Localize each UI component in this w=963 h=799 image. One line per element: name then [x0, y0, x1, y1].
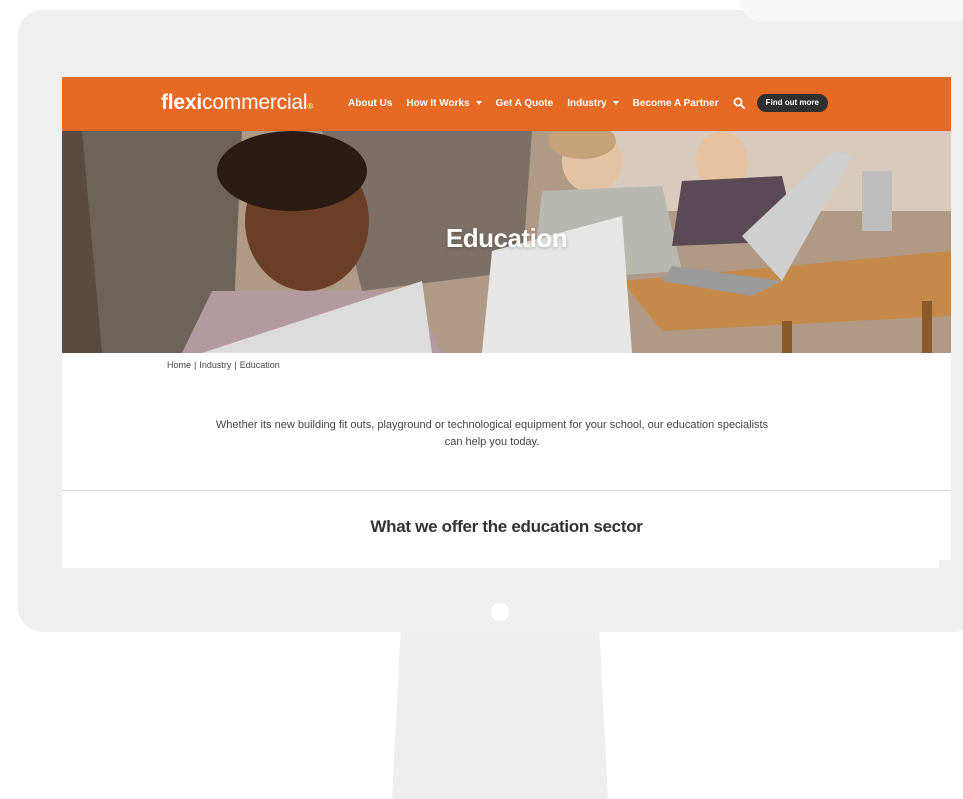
nav-industry[interactable]: Industry — [567, 97, 619, 109]
breadcrumb-separator: | — [234, 360, 237, 370]
intro-text: Whether its new building fit outs, playg… — [215, 419, 769, 448]
chevron-down-icon — [475, 101, 482, 105]
chevron-down-icon — [612, 101, 619, 105]
screen-edge — [939, 560, 951, 568]
breadcrumb-current: Education — [239, 360, 280, 370]
device-mockup: flexicommercial® About Us How It Works G… — [0, 0, 963, 799]
page-title: Education — [445, 223, 568, 253]
monitor-stand — [392, 632, 608, 799]
logo-bold-text: flexi — [161, 91, 203, 114]
breadcrumb-home[interactable]: Home — [167, 360, 191, 370]
section-heading: What we offer the education sector — [370, 517, 643, 536]
main-nav: About Us How It Works Get A Quote Indust… — [348, 92, 828, 114]
nav-about-us[interactable]: About Us — [348, 98, 392, 109]
monitor-gloss — [740, 0, 963, 22]
site-header: flexicommercial® About Us How It Works G… — [62, 77, 951, 131]
section-divider — [62, 490, 951, 491]
search-icon[interactable] — [733, 96, 747, 110]
nav-get-a-quote[interactable]: Get A Quote — [496, 98, 554, 109]
breadcrumb-industry[interactable]: Industry — [199, 360, 231, 370]
nav-industry-label: Industry — [567, 97, 607, 109]
nav-become-a-partner-label: Become A Partner — [632, 97, 719, 109]
site-logo[interactable]: flexicommercial® — [161, 89, 313, 117]
nav-about-us-label: About Us — [348, 97, 393, 109]
monitor-button — [491, 603, 509, 621]
logo-light-text: commercial — [202, 91, 308, 114]
hero-banner: Education — [62, 131, 951, 353]
breadcrumb-separator: | — [194, 360, 197, 370]
nav-how-it-works-label: How It Works — [406, 97, 470, 109]
screen: flexicommercial® About Us How It Works G… — [62, 77, 951, 568]
nav-how-it-works[interactable]: How It Works — [406, 97, 482, 109]
logo-registered-mark: ® — [307, 102, 314, 111]
find-out-more-button[interactable]: Find out more — [756, 94, 828, 112]
breadcrumb: Home | Industry | Education — [167, 360, 280, 370]
nav-get-a-quote-label: Get A Quote — [495, 97, 554, 109]
nav-become-a-partner[interactable]: Become A Partner — [633, 98, 719, 109]
